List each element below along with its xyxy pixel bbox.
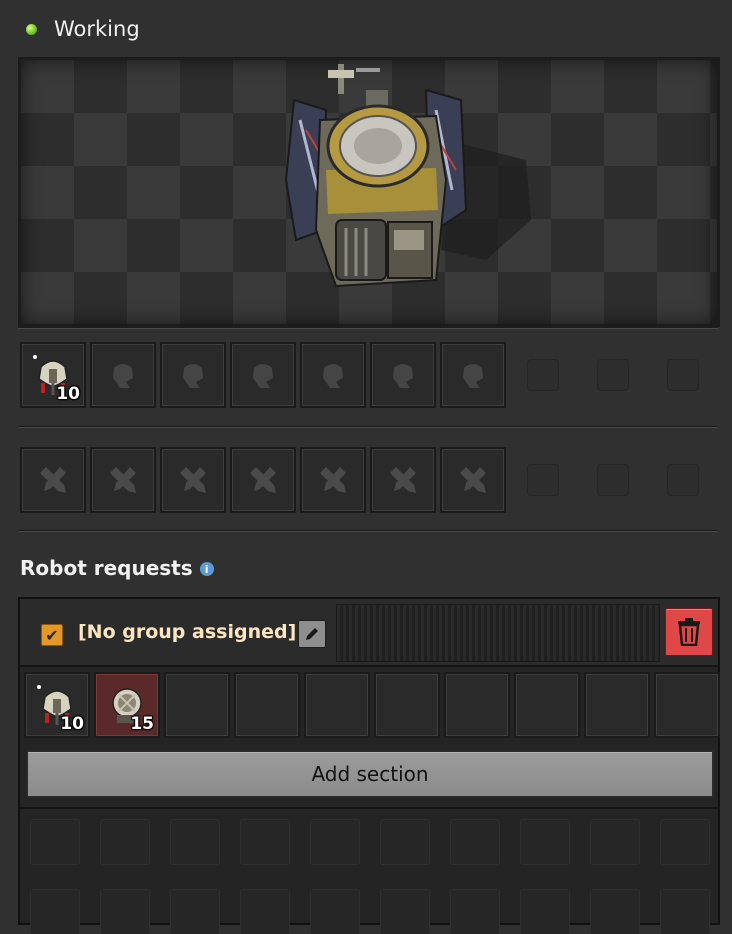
slot-count: 10 — [60, 714, 84, 734]
robot-ghost-icon — [113, 364, 133, 388]
entity-preview[interactable] — [18, 57, 720, 327]
status-label: Working — [54, 17, 140, 41]
empty-cell — [520, 819, 570, 865]
robot-slot-4[interactable] — [230, 342, 296, 408]
locked-slot — [510, 447, 576, 513]
request-slot-empty[interactable] — [374, 672, 440, 738]
repair-slot-6[interactable] — [370, 447, 436, 513]
empty-cell — [380, 819, 430, 865]
empty-cell — [100, 889, 150, 934]
repair-pack-ghost-icon — [390, 467, 416, 493]
locked-slot — [580, 342, 646, 408]
robot-ghost-icon — [393, 364, 413, 388]
empty-cell — [660, 819, 710, 865]
robot-slot-6[interactable] — [370, 342, 436, 408]
divider — [18, 530, 718, 532]
robot-slot-2[interactable] — [90, 342, 156, 408]
robot-ghost-icon — [463, 364, 483, 388]
repair-pack-ghost-icon — [320, 467, 346, 493]
empty-cell — [660, 889, 710, 934]
request-slot-empty[interactable] — [654, 672, 720, 738]
repair-pack-ghost-icon — [250, 467, 276, 493]
robot-requests-panel: ✔ [No group assigned] 10 15 Add section — [18, 597, 720, 934]
request-slot-2[interactable]: 15 — [94, 672, 160, 738]
locked-slot — [510, 342, 576, 408]
divider — [18, 327, 718, 329]
locked-slot — [650, 447, 716, 513]
empty-cell — [170, 819, 220, 865]
robot-requests-title: Robot requests — [20, 556, 193, 580]
logistic-group-header: ✔ [No group assigned] — [20, 599, 718, 667]
empty-cell — [240, 889, 290, 934]
repair-pack-ghost-icon — [40, 467, 66, 493]
slot-count: 10 — [56, 384, 80, 404]
status-indicator: Working — [26, 16, 140, 42]
empty-cell — [450, 819, 500, 865]
divider — [18, 426, 718, 428]
robot-ghost-icon — [183, 364, 203, 388]
edit-group-button[interactable] — [298, 620, 326, 648]
empty-cell — [310, 819, 360, 865]
robot-slot-3[interactable] — [160, 342, 226, 408]
robot-requests-heading: Robot requests i — [20, 556, 214, 580]
empty-cell — [380, 889, 430, 934]
request-slot-empty[interactable] — [584, 672, 650, 738]
empty-cell — [240, 819, 290, 865]
request-slot-empty[interactable] — [444, 672, 510, 738]
divider — [20, 807, 718, 809]
repair-slots — [20, 447, 716, 513]
request-slot-empty[interactable] — [304, 672, 370, 738]
repair-pack-ghost-icon — [180, 467, 206, 493]
group-label: [No group assigned] — [78, 621, 297, 643]
add-section-button[interactable]: Add section — [26, 750, 714, 798]
robot-slot-5[interactable] — [300, 342, 366, 408]
empty-slot-grid — [30, 819, 710, 934]
robot-slots: 10 — [20, 342, 716, 408]
request-slot-1[interactable]: 10 — [24, 672, 90, 738]
locked-slot — [650, 342, 716, 408]
empty-cell — [30, 889, 80, 934]
repair-slot-5[interactable] — [300, 447, 366, 513]
empty-cell — [590, 819, 640, 865]
repair-slot-4[interactable] — [230, 447, 296, 513]
empty-cell — [590, 889, 640, 934]
robot-slot-1[interactable]: 10 — [20, 342, 86, 408]
delete-section-button[interactable] — [665, 608, 713, 656]
empty-cell — [520, 889, 570, 934]
request-slot-empty[interactable] — [164, 672, 230, 738]
empty-cell — [450, 889, 500, 934]
repair-slot-1[interactable] — [20, 447, 86, 513]
slot-count: 15 — [130, 714, 154, 734]
repair-slot-2[interactable] — [90, 447, 156, 513]
robot-slot-7[interactable] — [440, 342, 506, 408]
robot-ghost-icon — [323, 364, 343, 388]
request-slot-empty[interactable] — [514, 672, 580, 738]
repair-slot-7[interactable] — [440, 447, 506, 513]
status-dot-icon — [26, 23, 37, 35]
robot-ghost-icon — [253, 364, 273, 388]
roboport-image — [284, 64, 531, 288]
request-slots: 10 15 — [24, 672, 720, 738]
info-icon[interactable]: i — [199, 562, 214, 576]
empty-cell — [100, 819, 150, 865]
trash-icon — [678, 618, 700, 646]
empty-cell — [310, 889, 360, 934]
pencil-icon — [306, 628, 318, 640]
empty-cell — [30, 819, 80, 865]
request-slot-empty[interactable] — [234, 672, 300, 738]
group-enabled-checkbox[interactable]: ✔ — [41, 624, 63, 646]
repair-pack-ghost-icon — [110, 467, 136, 493]
repair-pack-ghost-icon — [460, 467, 486, 493]
group-drag-area[interactable] — [336, 604, 660, 662]
empty-cell — [170, 889, 220, 934]
locked-slot — [580, 447, 646, 513]
repair-slot-3[interactable] — [160, 447, 226, 513]
